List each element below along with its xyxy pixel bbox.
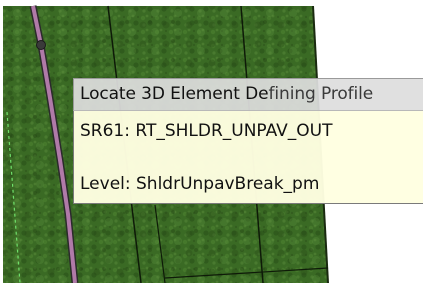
viewport-left-margin: [0, 0, 3, 283]
viewport-top-margin: [0, 0, 423, 6]
cad-3d-viewport[interactable]: Locate 3D Element Defining Profile SR61:…: [0, 0, 423, 283]
tooltip-element-level: Level: ShldrUnpavBreak_pm: [80, 174, 320, 194]
command-prompt-bar: Locate 3D Element Defining Profile: [73, 78, 423, 111]
vertex-marker[interactable]: [36, 40, 46, 50]
command-prompt-text-part1: Locate 3D Element De: [80, 84, 269, 104]
command-prompt-text-part2: fining Profile: [268, 84, 374, 104]
command-prompt-text: Locate 3D Element Defining Profile: [80, 84, 373, 104]
element-info-tooltip: SR61: RT_SHLDR_UNPAV_OUT Level: ShldrUnp…: [73, 111, 423, 204]
tooltip-element-name: SR61: RT_SHLDR_UNPAV_OUT: [80, 121, 333, 141]
